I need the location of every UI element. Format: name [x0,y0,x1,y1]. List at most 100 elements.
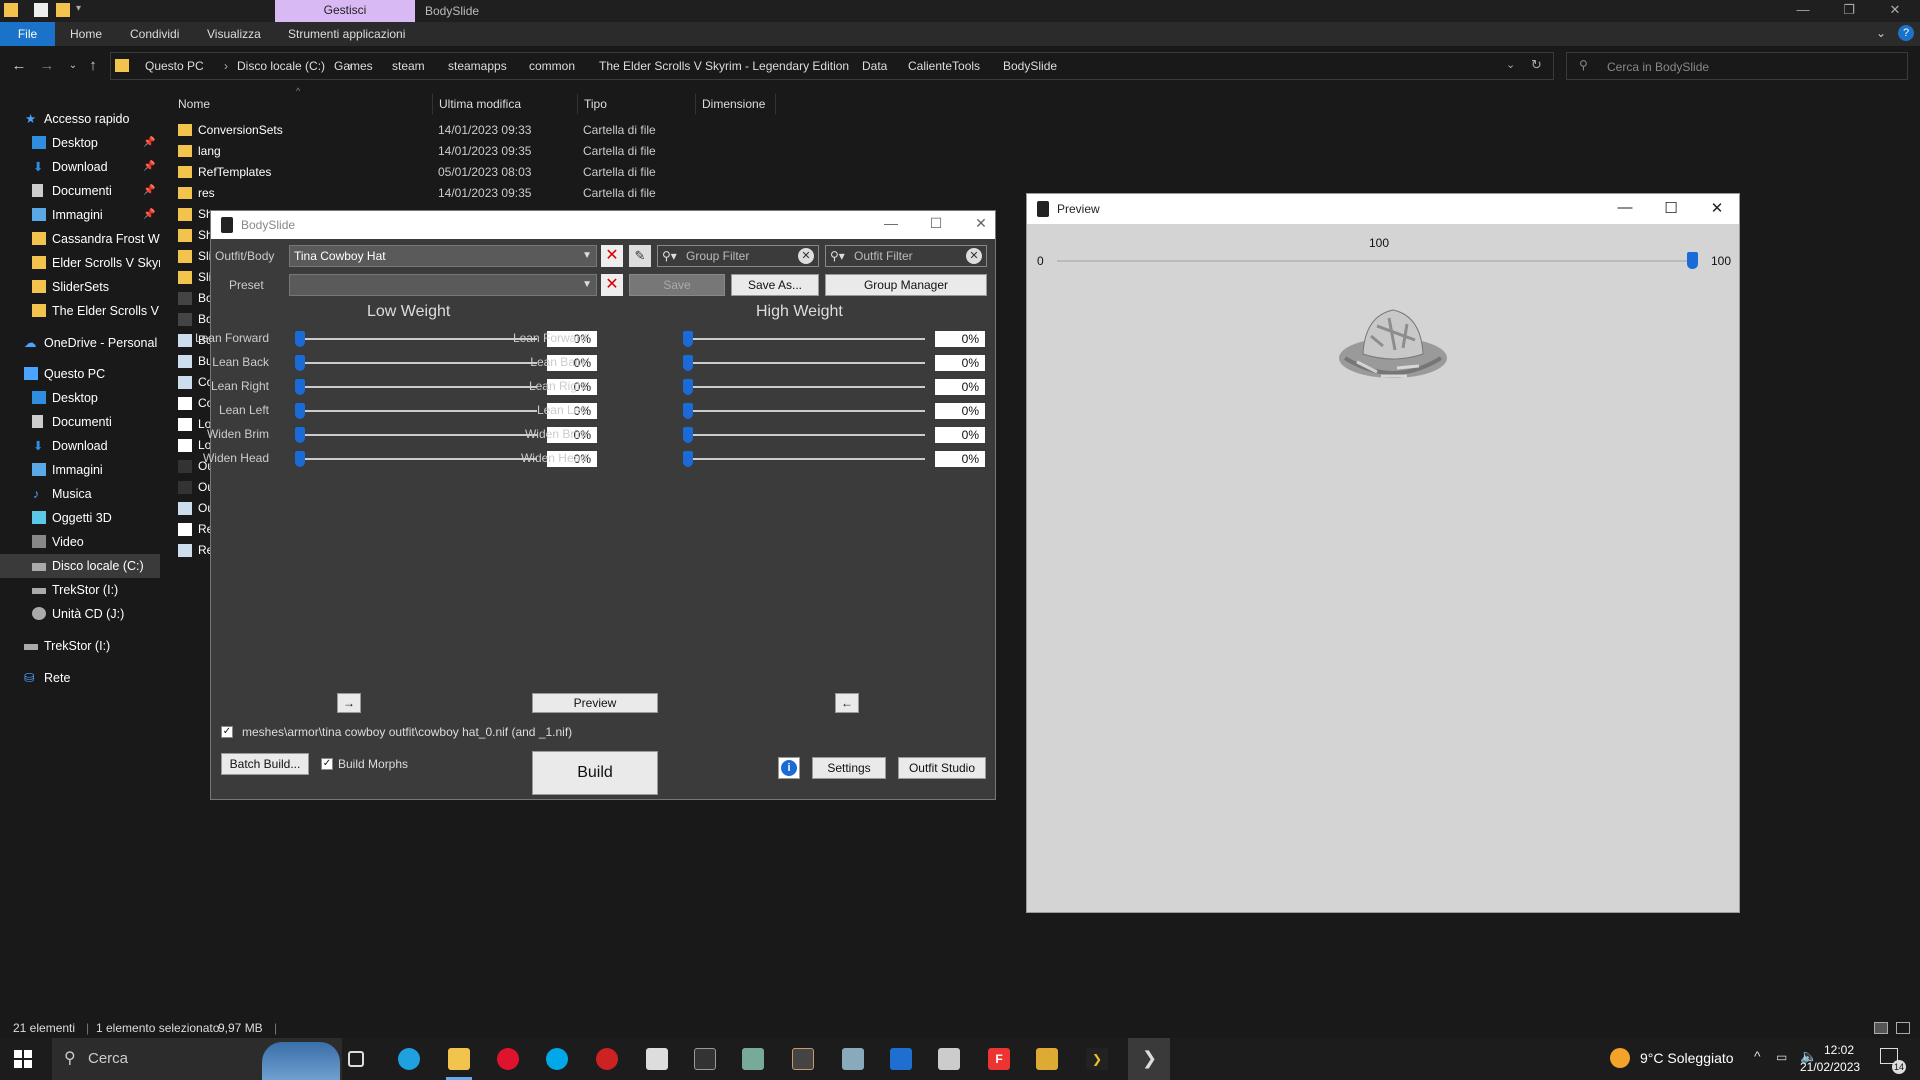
nav-pc-disk-c[interactable]: Disco locale (C:) [0,554,160,578]
column-header-name[interactable]: Nome [172,94,433,114]
app-icon[interactable] [938,1048,960,1070]
task-view-icon[interactable] [348,1051,364,1067]
breadcrumb-data[interactable]: Data [862,59,887,73]
settings-button[interactable]: Settings [812,757,886,779]
nav-pc-3d-objects[interactable]: Oggetti 3D [0,506,160,530]
maximize-icon[interactable]: ☐ [916,215,956,235]
forward-icon[interactable]: → [36,55,58,77]
nav-pc-download[interactable]: ⬇ Download [0,434,160,458]
slider-thumb-low[interactable] [295,427,305,443]
slider-thumb-high[interactable] [683,403,693,419]
info-button[interactable]: i [778,757,800,779]
bodyslide-taskbar-icon[interactable]: ❯ [1086,1048,1108,1070]
slider-value-high[interactable]: 0% [935,379,985,395]
save-button[interactable]: Save [629,274,725,296]
nav-elder-scrolls[interactable]: Elder Scrolls V Skyri [0,251,160,275]
slider-thumb-low[interactable] [295,403,305,419]
details-view-icon[interactable] [1874,1022,1888,1034]
nav-pc-images[interactable]: Immagini [0,458,160,482]
preview-button[interactable]: Preview [532,693,658,713]
file-row[interactable]: Bo [178,309,213,330]
nav-pc-cd[interactable]: Unità CD (J:) [0,602,160,626]
slider-track-low[interactable] [299,338,537,340]
file-row[interactable]: Ou [178,498,214,519]
file-row[interactable]: Re [178,519,213,540]
slider-track-low[interactable] [299,458,537,460]
file-row[interactable]: Bo [178,288,213,309]
network-icon[interactable]: ▭ [1776,1050,1787,1064]
build-morphs-checkbox[interactable]: ✓ [321,758,333,770]
slider-value-high[interactable]: 0% [935,451,985,467]
app-icon[interactable]: F [988,1048,1010,1070]
column-header-type[interactable]: Tipo [578,94,696,114]
close-icon[interactable]: ✕ [961,215,1001,235]
app-icon[interactable] [694,1048,716,1070]
slider-track-low[interactable] [299,386,537,388]
slider-track-low[interactable] [299,362,537,364]
tab-home[interactable]: Home [58,22,114,46]
nav-cassandra[interactable]: Cassandra Frost Wit [0,227,160,251]
slider-track-high[interactable] [687,338,925,340]
file-row[interactable]: Ou [178,477,214,498]
cowboy-hat-render[interactable] [1337,306,1449,390]
tab-share[interactable]: Condividi [118,22,191,46]
app-icon[interactable] [890,1048,912,1070]
slider-thumb-high[interactable] [683,451,693,467]
clear-preset-button[interactable]: ✕ [601,274,623,296]
save-as-button[interactable]: Save As... [731,274,819,296]
new-folder-icon[interactable] [56,3,70,17]
clear-icon[interactable]: ✕ [798,248,814,264]
nav-pc-trekstor[interactable]: TrekStor (I:) [0,578,160,602]
app-icon[interactable] [742,1048,764,1070]
column-header-size[interactable]: Dimensione [696,94,776,114]
batch-build-button[interactable]: Batch Build... [221,753,309,775]
nav-pc-desktop[interactable]: Desktop [0,386,160,410]
file-explorer-icon[interactable] [448,1048,470,1070]
file-row[interactable]: RefTemplates 05/01/2023 08:03 Cartella d… [178,162,698,183]
group-filter-input[interactable]: ⚲▾ Group Filter ✕ [657,245,819,267]
clock-date[interactable]: 21/02/2023 [1800,1060,1860,1074]
breadcrumb-calientetools[interactable]: CalienteTools [908,59,980,73]
customize-quick-access-icon[interactable]: ▾ [76,3,90,17]
slider-track-low[interactable] [299,434,537,436]
breadcrumb-common[interactable]: common [529,59,575,73]
tab-file[interactable]: File [0,22,55,46]
preview-titlebar[interactable]: Preview — ☐ ✕ [1027,194,1739,224]
tab-app-tools[interactable]: Strumenti applicazioni [276,22,417,46]
nav-images[interactable]: Immagini 📌 [0,203,160,227]
recent-locations-icon[interactable]: ⌄ [62,55,84,77]
close-icon[interactable]: ✕ [1697,199,1737,219]
file-row[interactable]: Sh [178,225,213,246]
slider-thumb-high[interactable] [683,331,693,347]
breadcrumb-bodyslide[interactable]: BodySlide [1003,59,1057,73]
minimize-icon[interactable]: — [1605,199,1645,219]
slider-thumb-high[interactable] [683,427,693,443]
weather-sun-icon[interactable] [1610,1048,1630,1068]
breadcrumb-disk-c[interactable]: Disco locale (C:) [237,59,325,73]
preset-select[interactable]: ▼ [289,274,597,296]
minimize-icon[interactable]: — [871,215,911,235]
clear-icon[interactable]: ✕ [966,248,982,264]
build-button[interactable]: Build [532,751,658,795]
breadcrumb-skyrim[interactable]: The Elder Scrolls V Skyrim - Legendary E… [599,59,849,73]
slider-track-high[interactable] [687,362,925,364]
file-row[interactable]: Sli [178,267,211,288]
outfit-select[interactable]: Tina Cowboy Hat ▼ [289,245,597,267]
slider-track-high[interactable] [687,434,925,436]
nav-this-pc[interactable]: Questo PC [0,362,160,386]
ribbon-context-tab[interactable]: Gestisci [275,0,415,22]
nav-trekstor[interactable]: TrekStor (I:) [0,634,160,658]
maximize-icon[interactable]: ❐ [1826,0,1872,22]
breadcrumb-steamapps[interactable]: steamapps [448,59,507,73]
refresh-icon[interactable]: ↻ [1531,57,1542,73]
slider-track-high[interactable] [687,458,925,460]
app-icon[interactable] [646,1048,668,1070]
search-input[interactable]: ⚲ Cerca in BodySlide [1566,52,1908,80]
column-header-modified[interactable]: Ultima modifica [433,94,578,114]
back-icon[interactable]: ← [8,55,30,77]
minimize-icon[interactable]: — [1780,0,1826,22]
tab-view[interactable]: Visualizza [195,22,273,46]
slider-value-high[interactable]: 0% [935,427,985,443]
group-manager-button[interactable]: Group Manager [825,274,987,296]
slider-track-high[interactable] [687,410,925,412]
